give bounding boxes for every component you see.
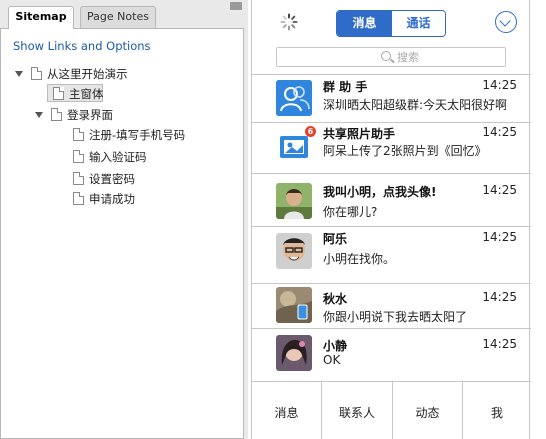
segment-messages[interactable]: 消息 — [337, 11, 392, 36]
conversation-message: 你在哪儿? — [323, 205, 378, 219]
tree-item-label: 登录界面 — [67, 108, 113, 122]
tree-item-register-phone[interactable]: 注册-填写手机号码 — [73, 126, 233, 144]
segment-calls[interactable]: 通话 — [392, 11, 445, 36]
conversation-list: 群 助 手 14:25 深圳晒太阳超级群:今天太阳很好啊 6 共享照片助手 14… — [252, 74, 531, 380]
phone-screen: 消息 通话 搜索 群 助 手 14:25 深圳晒太阳超级群:今天太阳很好啊 6 … — [251, 0, 531, 439]
conversation-row[interactable]: 小静 14:25 OK — [252, 328, 531, 380]
tree-item-set-password[interactable]: 设置密码 — [73, 170, 233, 188]
search-placeholder: 搜索 — [397, 51, 419, 64]
conversation-row[interactable]: 6 共享照片助手 14:25 阿呆上传了2张照片到《回忆》 — [252, 122, 531, 173]
conversation-row[interactable]: 群 助 手 14:25 深圳晒太阳超级群:今天太阳很好啊 — [252, 74, 531, 122]
sitemap-tabs: Sitemap Page Notes — [0, 0, 248, 29]
collapse-panel-icon[interactable] — [230, 2, 242, 10]
tree-item-label: 从这里开始演示 — [47, 67, 128, 81]
conversation-time: 14:25 — [482, 125, 517, 139]
bottom-tab-bar: 消息 联系人 动态 我 — [252, 381, 531, 439]
conversation-time: 14:25 — [482, 337, 517, 351]
tree-item-label: 申请成功 — [89, 192, 135, 206]
conversation-name: 阿乐 — [323, 232, 348, 246]
expand-arrow-icon[interactable] — [15, 71, 23, 77]
avatar — [276, 183, 312, 219]
conversation-name: 我叫小明，点我头像! — [323, 185, 437, 199]
conversation-time: 14:25 — [482, 78, 517, 92]
sitemap-tree: Show Links and Options 从这里开始演示 主窗体 登录界面 … — [0, 28, 244, 439]
tab-me[interactable]: 我 — [463, 382, 531, 439]
conversation-message: OK — [323, 353, 341, 367]
page-icon — [73, 172, 84, 185]
unread-badge: 6 — [305, 126, 316, 137]
conversation-name: 共享照片助手 — [323, 127, 396, 141]
conversation-name: 小静 — [323, 339, 348, 353]
conversation-name: 群 助 手 — [323, 80, 368, 94]
page-icon — [31, 67, 42, 80]
tree-item-start[interactable]: 从这里开始演示 — [15, 65, 215, 83]
group-assistant-icon — [276, 80, 312, 116]
page-icon — [73, 128, 84, 141]
conversation-message: 阿呆上传了2张照片到《回忆》 — [323, 144, 487, 158]
tree-item-label: 设置密码 — [89, 172, 135, 186]
tree-item-login[interactable]: 登录界面 — [35, 106, 195, 124]
avatar — [276, 335, 312, 371]
conversation-time: 14:25 — [482, 230, 517, 244]
conversation-name: 秋水 — [323, 292, 348, 306]
avatar — [276, 287, 312, 323]
conversation-time: 14:25 — [482, 290, 517, 304]
tab-messages[interactable]: 消息 — [252, 382, 322, 439]
page-icon — [73, 192, 84, 205]
conversation-message: 你跟小明说下我去晒太阳了 — [323, 310, 468, 324]
tab-moments[interactable]: 动态 — [393, 382, 463, 439]
tab-contacts[interactable]: 联系人 — [322, 382, 393, 439]
conversation-time: 14:25 — [482, 183, 517, 197]
tree-item-verify-code[interactable]: 输入验证码 — [73, 148, 233, 166]
tree-item-label: 主窗体 — [69, 87, 104, 101]
tab-sitemap[interactable]: Sitemap — [8, 6, 74, 29]
loading-spinner-icon — [280, 13, 298, 31]
conversation-message: 小明在找你。 — [323, 252, 396, 266]
top-bar: 消息 通话 — [252, 0, 531, 44]
conversation-row[interactable]: 我叫小明，点我头像! 14:25 你在哪儿? — [252, 173, 531, 226]
avatar — [276, 233, 312, 269]
tree-item-main-window[interactable]: 主窗体 — [53, 85, 133, 103]
chevron-down-icon[interactable] — [495, 11, 517, 33]
tree-item-label: 输入验证码 — [89, 150, 147, 164]
tree-item-label: 注册-填写手机号码 — [89, 128, 186, 142]
sitemap-panel: Sitemap Page Notes Show Links and Option… — [0, 0, 248, 439]
expand-arrow-icon[interactable] — [35, 112, 43, 118]
tree-item-apply-success[interactable]: 申请成功 — [73, 190, 233, 208]
page-icon — [53, 87, 64, 100]
search-input[interactable]: 搜索 — [276, 47, 506, 67]
conversation-message: 深圳晒太阳超级群:今天太阳很好啊 — [323, 98, 508, 112]
tab-page-notes[interactable]: Page Notes — [80, 6, 156, 28]
page-icon — [51, 108, 62, 121]
segment-control: 消息 通话 — [336, 10, 446, 37]
conversation-row[interactable]: 阿乐 14:25 小明在找你。 — [252, 226, 531, 283]
page-icon — [73, 150, 84, 163]
conversation-row[interactable]: 秋水 14:25 你跟小明说下我去晒太阳了 — [252, 283, 531, 328]
show-links-options-link[interactable]: Show Links and Options — [13, 39, 151, 53]
search-icon — [381, 51, 391, 61]
